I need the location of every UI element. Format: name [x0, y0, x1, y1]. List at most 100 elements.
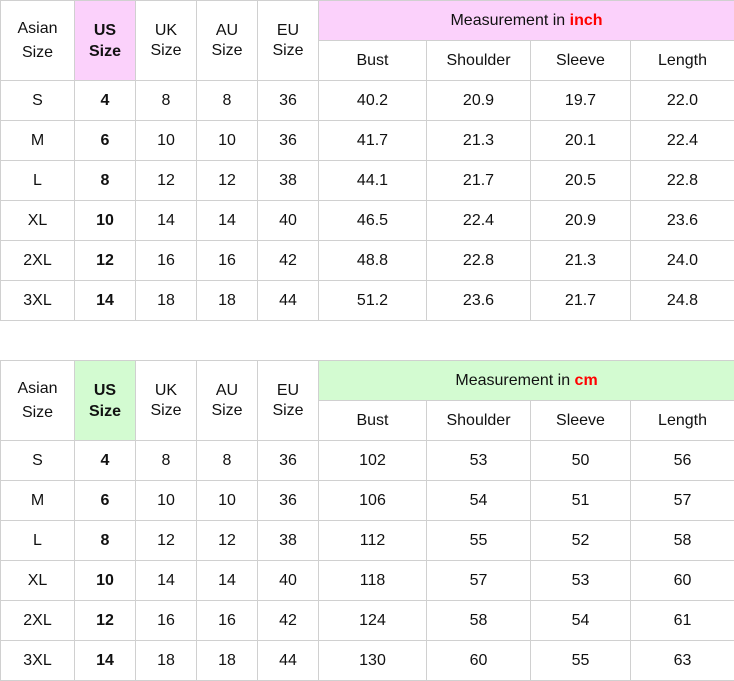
shoulder-cell: 60	[426, 640, 531, 681]
asian-size-header-line1: Asian	[17, 379, 58, 397]
eu-size-cell: 40	[257, 560, 319, 601]
us-size-cell: 14	[74, 640, 136, 681]
bust-cell: 41.7	[318, 120, 427, 161]
asian-size-cell: L	[0, 520, 75, 561]
asian-size-cell: M	[0, 120, 75, 161]
bust-cell: 44.1	[318, 160, 427, 201]
sleeve-header: Sleeve	[530, 400, 631, 441]
us-size-cell: 14	[74, 280, 136, 321]
uk-size-header: UK Size	[135, 360, 197, 441]
shoulder-header: Shoulder	[426, 40, 531, 81]
us-size-header-line1: US	[93, 21, 117, 39]
us-size-header: US Size	[74, 360, 136, 441]
table-row: 3XL 14 18 18 44 51.2 23.6 21.7 24.8	[0, 280, 734, 321]
sleeve-cell: 20.9	[530, 200, 631, 241]
uk-size-cell: 16	[135, 240, 197, 281]
au-size-header: AU Size	[196, 0, 258, 81]
au-size-header-line2: Size	[211, 401, 243, 419]
uk-size-cell: 8	[135, 80, 197, 121]
asian-size-cell: L	[0, 160, 75, 201]
eu-size-cell: 36	[257, 440, 319, 481]
length-cell: 23.6	[630, 200, 734, 241]
shoulder-cell: 21.3	[426, 120, 531, 161]
sleeve-cell: 21.3	[530, 240, 631, 281]
asian-size-cell: 2XL	[0, 600, 75, 641]
au-size-cell: 12	[196, 160, 258, 201]
au-size-cell: 8	[196, 440, 258, 481]
length-cell: 22.8	[630, 160, 734, 201]
sleeve-cell: 52	[530, 520, 631, 561]
sleeve-cell: 55	[530, 640, 631, 681]
asian-size-cell: 3XL	[0, 640, 75, 681]
eu-size-cell: 44	[257, 640, 319, 681]
uk-size-cell: 14	[135, 200, 197, 241]
au-size-cell: 18	[196, 640, 258, 681]
table-row: M 6 10 10 36 106 54 51 57	[0, 480, 734, 521]
eu-size-header-line2: Size	[272, 41, 304, 59]
au-size-header-line1: AU	[215, 21, 239, 39]
uk-size-cell: 16	[135, 600, 197, 641]
us-size-cell: 4	[74, 440, 136, 481]
us-size-cell: 10	[74, 560, 136, 601]
table-row: XL 10 14 14 40 46.5 22.4 20.9 23.6	[0, 200, 734, 241]
shoulder-cell: 23.6	[426, 280, 531, 321]
us-size-cell: 12	[74, 600, 136, 641]
us-size-header-line1: US	[93, 381, 117, 399]
us-size-cell: 12	[74, 240, 136, 281]
sleeve-cell: 50	[530, 440, 631, 481]
shoulder-cell: 58	[426, 600, 531, 641]
eu-size-cell: 38	[257, 160, 319, 201]
measurement-unit: inch	[569, 11, 603, 29]
au-size-cell: 8	[196, 80, 258, 121]
uk-size-header-line2: Size	[150, 401, 182, 419]
au-size-header: AU Size	[196, 360, 258, 441]
shoulder-cell: 22.8	[426, 240, 531, 281]
length-cell: 56	[629, 440, 734, 481]
au-size-cell: 16	[196, 600, 258, 641]
bust-cell: 112	[318, 520, 427, 561]
shoulder-cell: 20.9	[426, 80, 531, 121]
sleeve-cell: 51	[530, 480, 631, 521]
eu-size-cell: 40	[257, 200, 319, 241]
shoulder-cell: 55	[426, 520, 531, 561]
asian-size-cell: 3XL	[0, 280, 75, 321]
uk-size-header-line1: UK	[154, 21, 178, 39]
length-cell: 61	[629, 600, 734, 641]
uk-size-cell: 14	[135, 560, 197, 601]
bust-cell: 124	[318, 600, 427, 641]
measurement-unit: cm	[574, 371, 598, 389]
length-cell: 60	[629, 560, 734, 601]
eu-size-cell: 42	[257, 600, 319, 641]
shoulder-header: Shoulder	[426, 400, 531, 441]
eu-size-header-line2: Size	[272, 401, 304, 419]
shoulder-cell: 54	[426, 480, 531, 521]
uk-size-header: UK Size	[135, 0, 197, 81]
au-size-cell: 10	[196, 120, 258, 161]
table-row: 2XL 12 16 16 42 124 58 54 61	[0, 600, 734, 641]
bust-cell: 48.8	[318, 240, 427, 281]
asian-size-header: Asian Size	[0, 0, 75, 81]
length-cell: 24.0	[630, 240, 734, 281]
us-size-cell: 6	[74, 120, 136, 161]
bust-cell: 130	[318, 640, 427, 681]
asian-size-header-line2: Size	[21, 403, 54, 421]
bust-header: Bust	[318, 400, 427, 441]
bust-cell: 40.2	[318, 80, 427, 121]
bust-cell: 51.2	[318, 280, 427, 321]
eu-size-cell: 44	[257, 280, 319, 321]
au-size-cell: 10	[196, 480, 258, 521]
table-row: S 4 8 8 36 102 53 50 56	[0, 440, 734, 481]
bust-header: Bust	[318, 40, 427, 81]
bust-cell: 102	[318, 440, 427, 481]
sleeve-cell: 53	[530, 560, 631, 601]
eu-size-header-line1: EU	[276, 381, 300, 399]
asian-size-cell: 2XL	[0, 240, 75, 281]
us-size-header-line2: Size	[88, 402, 121, 420]
sleeve-cell: 19.7	[530, 80, 631, 121]
us-size-cell: 8	[74, 520, 136, 561]
eu-size-header: EU Size	[257, 360, 319, 441]
eu-size-cell: 38	[257, 520, 319, 561]
eu-size-cell: 36	[257, 80, 319, 121]
uk-size-cell: 10	[135, 120, 197, 161]
asian-size-header-line2: Size	[21, 43, 54, 61]
